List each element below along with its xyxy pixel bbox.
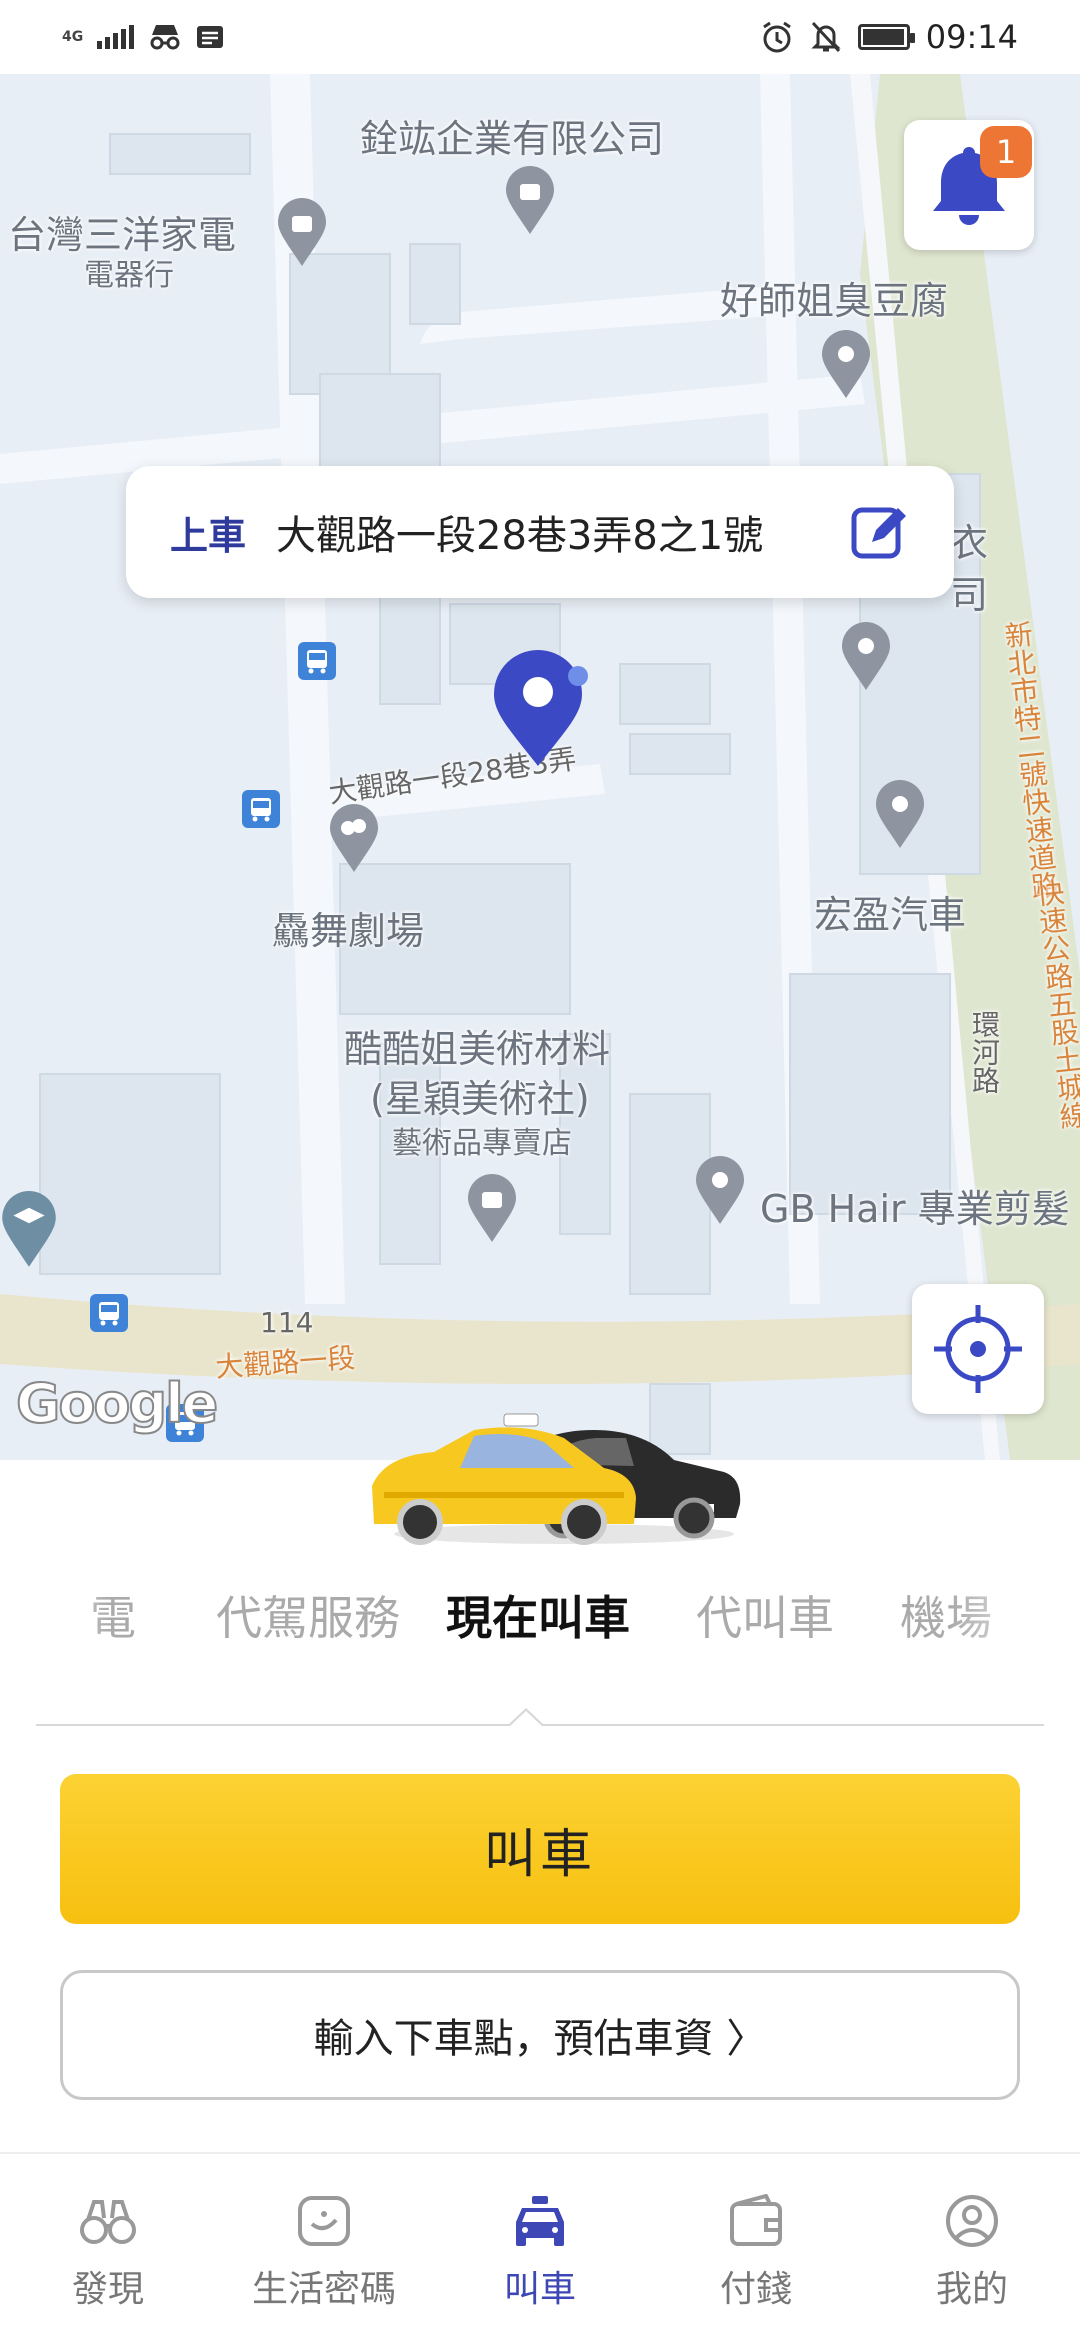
map-label-art-supply-2: (星穎美術社) [370,1077,590,1121]
map-label-appliance-sub: 電器行 [84,258,174,293]
nav-item-profile[interactable]: 我的 [864,2154,1080,2340]
map-label-art-supply: 酷酷姐美術材料 [344,1027,611,1071]
taxi-cars-illustration [372,1413,741,1545]
bus-stop-icon[interactable] [298,642,336,680]
pickup-tag: 上車 [170,513,247,558]
nav-label-pay: 付錢 [719,2269,792,2310]
call-taxi-button[interactable]: 叫車 [60,1774,1020,1924]
binoculars-icon [80,2200,136,2244]
tabs-fade-left [0,1572,110,1662]
pickup-address: 大觀路一段28巷3弄8之1號 [276,513,764,559]
map-label-art-supply-sub: 藝術品專賣店 [392,1126,572,1161]
pickup-address-card[interactable]: 上車 大觀路一段28巷3弄8之1號 [126,466,954,598]
bus-stop-icon[interactable] [90,1294,128,1332]
service-tabs[interactable]: 電 代駕服務 現在叫車 代叫車 機場 [0,1572,1080,1662]
map-label-tofu: 好師姐臭豆腐 [720,279,949,323]
notification-badge: 1 [980,126,1032,178]
tab-call-for-others[interactable]: 代叫車 [696,1582,834,1648]
nav-item-taxi[interactable]: 叫車 [432,2154,648,2340]
bottom-navigation: 發現 生活密碼 叫車 付錢 我的 [0,2152,1080,2340]
life-code-icon [298,2196,350,2246]
nav-label-discover: 發現 [71,2269,144,2310]
school-pin-icon[interactable] [0,1190,58,1270]
nav-item-discover[interactable]: 發現 [0,2154,216,2340]
map-label-company: 銓竑企業有限公司 [360,117,665,161]
map-label-theater: 驫舞劇場 [272,909,425,953]
alarm-icon [762,21,791,53]
theater-pin-icon[interactable] [328,804,380,874]
map-label-hair: GB Hair 專業剪髮 [760,1187,1070,1231]
place-pin-icon[interactable] [694,1156,746,1226]
map-label-car-dealer: 宏盈汽車 [814,893,967,937]
taxi-icon [516,2196,564,2246]
nav-label-life-code: 生活密碼 [251,2269,396,2310]
notification-button[interactable]: 1 [904,120,1034,250]
shopping-pin-icon[interactable] [466,1174,518,1244]
profile-icon [946,2195,998,2247]
crosshair-icon [934,1305,1022,1393]
bus-stop-icon[interactable] [242,790,280,828]
google-logo: Google [15,1371,219,1436]
status-bar: 4G 09:14 [0,0,1080,74]
signal-icon [97,25,135,49]
place-pin-icon[interactable] [874,780,926,850]
map-label-route: 114 [260,1306,314,1339]
mute-bell-icon [811,21,841,53]
clock: 09:14 [925,18,1018,56]
map-label-ring-road: 環河路 [968,1010,1001,1094]
nav-label-taxi: 叫車 [503,2269,576,2310]
wallet-icon [730,2194,782,2246]
tabs-fade-right [950,1572,1080,1662]
edit-icon[interactable] [850,502,910,562]
tab-chauffeur[interactable]: 代駕服務 [216,1582,400,1648]
place-pin-icon[interactable] [840,622,892,692]
map-view[interactable]: 銓竑企業有限公司 台灣三洋家電 電器行 好師姐臭豆腐 衣 司 大觀路一段28巷3… [0,74,1080,1460]
nav-item-pay[interactable]: 付錢 [648,2154,864,2340]
map-label-right-partial: 衣 [950,521,989,565]
destination-input-button[interactable]: 輸入下車點，預估車資 〉 [60,1970,1020,2100]
tab-call-now[interactable]: 現在叫車 [446,1582,630,1648]
message-icon [197,26,224,48]
locate-me-button[interactable] [912,1284,1044,1414]
network-indicator: 4G [62,29,84,45]
battery-icon [857,24,915,50]
nav-item-life-code[interactable]: 生活密碼 [216,2154,432,2340]
nav-label-profile: 我的 [935,2269,1008,2310]
map-label-right-partial2: 司 [950,573,989,617]
pickup-location-marker-icon[interactable] [490,646,590,770]
incognito-icon [150,25,180,50]
tab-pointer [508,1708,544,1726]
shopping-pin-icon[interactable] [276,198,328,268]
shopping-pin-icon[interactable] [504,166,556,236]
place-pin-icon[interactable] [820,330,872,400]
